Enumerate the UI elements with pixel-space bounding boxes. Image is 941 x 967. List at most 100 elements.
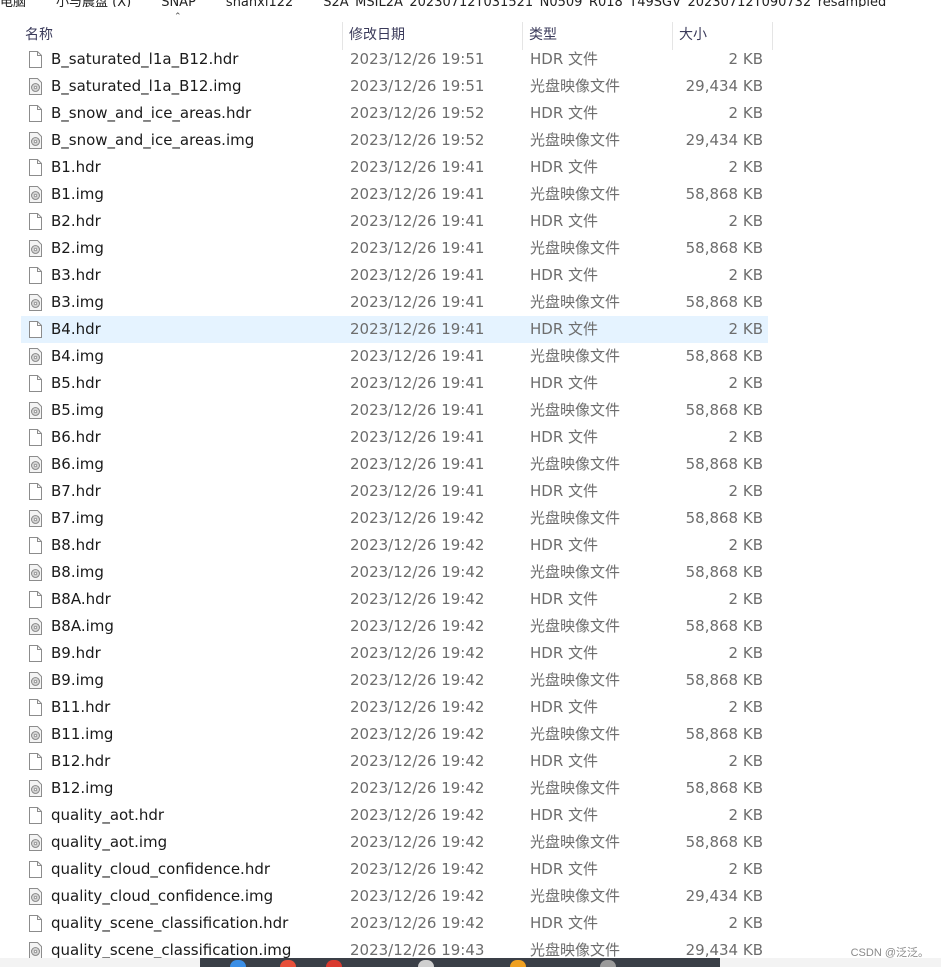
file-modified-date: 2023/12/26 19:42	[350, 752, 485, 770]
app-icon[interactable]	[600, 960, 616, 967]
app-icon[interactable]	[418, 960, 434, 967]
file-type: 光盘映像文件	[530, 455, 621, 473]
file-type: 光盘映像文件	[530, 185, 621, 203]
file-row[interactable]: B7.hdr 2023/12/26 19:41 HDR 文件 2 KB	[21, 478, 768, 505]
disc-image-icon	[29, 780, 42, 797]
disc-image-icon	[29, 510, 42, 527]
file-type: HDR 文件	[530, 482, 599, 500]
file-row[interactable]: B_saturated_l1a_B12.img 2023/12/26 19:51 光…	[21, 73, 768, 100]
file-row[interactable]: B8.img 2023/12/26 19:42 光盘映像文件 58,868 KB	[21, 559, 768, 586]
file-type: 光盘映像文件	[530, 617, 621, 635]
file-name: quality_cloud_confidence.img	[51, 887, 274, 905]
file-row[interactable]: B8A.img 2023/12/26 19:42 光盘映像文件 58,868 KB	[21, 613, 768, 640]
file-size: 2 KB	[728, 914, 763, 932]
file-size: 58,868 KB	[685, 671, 763, 689]
file-row[interactable]: quality_aot.hdr 2023/12/26 19:42 HDR 文件 2 K…	[21, 802, 768, 829]
document-icon	[29, 159, 42, 176]
file-type: 光盘映像文件	[530, 671, 621, 689]
file-name: B7.hdr	[51, 482, 101, 500]
folder-icon[interactable]	[510, 960, 526, 967]
file-name: quality_scene_classification.hdr	[51, 914, 289, 932]
file-row[interactable]: B2.img 2023/12/26 19:41 光盘映像文件 58,868 KB	[21, 235, 768, 262]
file-row[interactable]: B8.hdr 2023/12/26 19:42 HDR 文件 2 KB	[21, 532, 768, 559]
file-row[interactable]: B3.img 2023/12/26 19:41 光盘映像文件 58,868 KB	[21, 289, 768, 316]
document-icon	[29, 267, 42, 284]
file-name: B9.hdr	[51, 644, 101, 662]
file-row[interactable]: B5.hdr 2023/12/26 19:41 HDR 文件 2 KB	[21, 370, 768, 397]
file-size: 58,868 KB	[685, 779, 763, 797]
file-size: 2 KB	[728, 212, 763, 230]
file-name: B_saturated_l1a_B12.hdr	[51, 50, 239, 68]
file-row[interactable]: B12.hdr 2023/12/26 19:42 HDR 文件 2 KB	[21, 748, 768, 775]
breadcrumb-segment[interactable]: S2A_MSIL2A_20230712T031521_N0509_R018_T4…	[323, 0, 886, 7]
file-size: 58,868 KB	[685, 617, 763, 635]
file-row[interactable]: B_snow_and_ice_areas.img 2023/12/26 19:52…	[21, 127, 768, 154]
file-type: 光盘映像文件	[530, 293, 621, 311]
file-name: B2.hdr	[51, 212, 101, 230]
file-modified-date: 2023/12/26 19:41	[350, 212, 485, 230]
file-type: HDR 文件	[530, 104, 599, 122]
browser-icon[interactable]	[230, 960, 246, 967]
file-type: HDR 文件	[530, 590, 599, 608]
file-row[interactable]: B8A.hdr 2023/12/26 19:42 HDR 文件 2 KB	[21, 586, 768, 613]
file-name: B6.img	[51, 455, 104, 473]
file-modified-date: 2023/12/26 19:42	[350, 860, 485, 878]
file-row[interactable]: quality_cloud_confidence.hdr 2023/12/26 1…	[21, 856, 768, 883]
file-row[interactable]: B2.hdr 2023/12/26 19:41 HDR 文件 2 KB	[21, 208, 768, 235]
app-icon[interactable]	[326, 960, 342, 967]
file-row[interactable]: B7.img 2023/12/26 19:42 光盘映像文件 58,868 KB	[21, 505, 768, 532]
breadcrumb-segment[interactable]: SNAP	[161, 0, 196, 7]
file-modified-date: 2023/12/26 19:42	[350, 644, 485, 662]
disc-image-icon	[29, 348, 42, 365]
file-row[interactable]: B1.hdr 2023/12/26 19:41 HDR 文件 2 KB	[21, 154, 768, 181]
document-icon	[29, 699, 42, 716]
file-row[interactable]: B6.img 2023/12/26 19:41 光盘映像文件 58,868 KB	[21, 451, 768, 478]
breadcrumb-segment[interactable]: shanxi122	[226, 0, 293, 7]
file-row[interactable]: B9.img 2023/12/26 19:42 光盘映像文件 58,868 KB	[21, 667, 768, 694]
file-row[interactable]: quality_cloud_confidence.img 2023/12/26 1…	[21, 883, 768, 910]
document-icon	[29, 429, 42, 446]
file-name: B12.img	[51, 779, 114, 797]
file-row[interactable]: B1.img 2023/12/26 19:41 光盘映像文件 58,868 KB	[21, 181, 768, 208]
document-icon	[29, 483, 42, 500]
file-name: B_saturated_l1a_B12.img	[51, 77, 242, 95]
disc-image-icon	[29, 942, 42, 959]
file-type: 光盘映像文件	[530, 131, 621, 149]
disc-image-icon	[29, 618, 42, 635]
disc-image-icon	[29, 240, 42, 257]
file-row[interactable]: B9.hdr 2023/12/26 19:42 HDR 文件 2 KB	[21, 640, 768, 667]
file-row[interactable]: B11.img 2023/12/26 19:42 光盘映像文件 58,868 KB	[21, 721, 768, 748]
file-row[interactable]: B4.hdr 2023/12/26 19:41 HDR 文件 2 KB	[21, 316, 768, 343]
file-row[interactable]: quality_scene_classification.hdr 2023/12/…	[21, 910, 768, 937]
breadcrumb-segment[interactable]: 电脑	[0, 0, 26, 7]
file-name: B3.img	[51, 293, 104, 311]
file-type: HDR 文件	[530, 752, 599, 770]
file-row[interactable]: B_snow_and_ice_areas.hdr 2023/12/26 19:52…	[21, 100, 768, 127]
file-row[interactable]: B12.img 2023/12/26 19:42 光盘映像文件 58,868 KB	[21, 775, 768, 802]
breadcrumb[interactable]: 电脑 小与晨盘 (X) SNAP shanxi122 S2A_MSIL2A_202307…	[0, 0, 941, 7]
file-type: HDR 文件	[530, 158, 599, 176]
file-row[interactable]: B11.hdr 2023/12/26 19:42 HDR 文件 2 KB	[21, 694, 768, 721]
disc-image-icon	[29, 294, 42, 311]
file-modified-date: 2023/12/26 19:52	[350, 104, 485, 122]
file-size: 2 KB	[728, 752, 763, 770]
app-icon[interactable]	[280, 960, 296, 967]
breadcrumb-segment[interactable]: 小与晨盘 (X)	[56, 0, 131, 7]
file-size: 2 KB	[728, 482, 763, 500]
file-row[interactable]: B3.hdr 2023/12/26 19:41 HDR 文件 2 KB	[21, 262, 768, 289]
file-type: 光盘映像文件	[530, 779, 621, 797]
file-modified-date: 2023/12/26 19:41	[350, 185, 485, 203]
file-name: B4.hdr	[51, 320, 101, 338]
file-row[interactable]: B4.img 2023/12/26 19:41 光盘映像文件 58,868 KB	[21, 343, 768, 370]
file-row[interactable]: B6.hdr 2023/12/26 19:41 HDR 文件 2 KB	[21, 424, 768, 451]
disc-image-icon	[29, 402, 42, 419]
file-name: B8A.img	[51, 617, 114, 635]
file-name: B5.hdr	[51, 374, 101, 392]
file-row[interactable]: quality_aot.img 2023/12/26 19:42 光盘映像文件 58,…	[21, 829, 768, 856]
file-size: 2 KB	[728, 428, 763, 446]
file-modified-date: 2023/12/26 19:42	[350, 698, 485, 716]
file-type: 光盘映像文件	[530, 347, 621, 365]
file-row[interactable]: B5.img 2023/12/26 19:41 光盘映像文件 58,868 KB	[21, 397, 768, 424]
file-name: B4.img	[51, 347, 104, 365]
file-row[interactable]: B_saturated_l1a_B12.hdr 2023/12/26 19:51 H…	[21, 46, 768, 73]
